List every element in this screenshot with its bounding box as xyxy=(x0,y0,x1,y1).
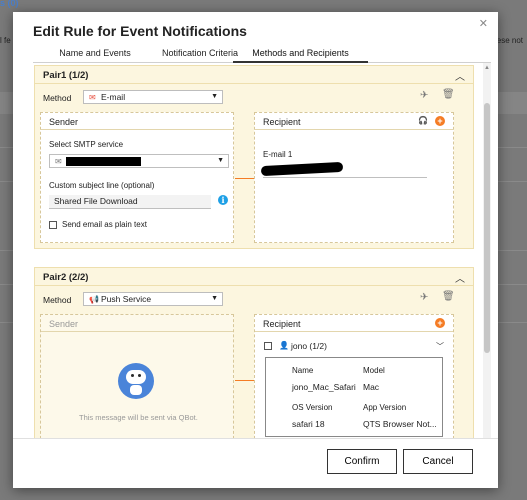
pair-1-title: Pair1 (1/2) xyxy=(43,70,89,81)
sender-box: Sender Select SMTP service ✉ ▼ Custom su… xyxy=(40,112,234,243)
recipient-box: Recipient + 👤 jono (1/2) ﹀ Name jono_Mac… xyxy=(254,314,454,438)
subject-label: Custom subject line (optional) xyxy=(49,181,155,190)
device-app-label: App Version xyxy=(363,403,407,412)
pair-2-header: Pair2 (2/2) ︿ xyxy=(35,268,473,286)
pairs-scroll-area[interactable]: Pair1 (1/2) ︿ Method ✉ E-mail ▼ ✈ 🗑 Sende… xyxy=(29,63,491,438)
envelope-icon: ✉ xyxy=(89,93,96,102)
device-app-value: QTS Browser Not... xyxy=(363,419,437,429)
close-icon[interactable]: ✕ xyxy=(479,17,488,30)
chevron-up-icon[interactable]: ︿ xyxy=(455,270,465,285)
method-label: Method xyxy=(43,295,72,305)
background-link-fragment: s (0) xyxy=(0,0,19,8)
chevron-down-icon[interactable]: ﹀ xyxy=(436,341,444,352)
vertical-scrollbar[interactable]: ▲ xyxy=(483,63,491,438)
info-icon[interactable]: i xyxy=(218,195,228,205)
tab-bar: Name and Events Notification Criteria Me… xyxy=(33,48,491,63)
trash-icon[interactable]: 🗑 xyxy=(442,291,455,302)
test-send-icon[interactable]: ✈ xyxy=(420,292,428,303)
pair-1-header: Pair1 (1/2) ︿ xyxy=(35,66,473,84)
tab-methods-and-recipients[interactable]: Methods and Recipients xyxy=(233,48,368,63)
qbot-eye xyxy=(138,374,141,377)
redacted-smtp xyxy=(66,157,141,166)
qbot-avatar xyxy=(118,363,154,399)
recipient-title: Recipient xyxy=(263,319,301,329)
method-value: Push Service xyxy=(101,294,152,304)
recipient-header: Recipient 🎧 + xyxy=(255,113,453,130)
device-name-label: Name xyxy=(292,366,314,375)
method-value: E-mail xyxy=(101,92,126,102)
qbot-body xyxy=(130,385,142,395)
device-os-value: safari 18 xyxy=(292,419,325,429)
user-icon: 👤 xyxy=(279,341,289,350)
sender-header: Sender xyxy=(41,113,233,130)
background-header: s (0) xyxy=(0,0,527,8)
user-checkbox[interactable] xyxy=(264,342,272,350)
trash-icon[interactable]: 🗑 xyxy=(442,89,455,100)
recipient-header: Recipient + xyxy=(255,315,453,332)
sender-box: Sender This message will be sent via QBo… xyxy=(40,314,234,438)
email-label: E-mail 1 xyxy=(263,150,293,159)
plain-text-checkbox[interactable] xyxy=(49,221,57,229)
device-model-label: Model xyxy=(363,366,385,375)
test-send-icon[interactable]: ✈ xyxy=(420,90,428,101)
sender-title: Sender xyxy=(49,117,79,127)
method-label: Method xyxy=(43,93,72,103)
scrollbar-thumb[interactable] xyxy=(484,103,490,353)
method-select[interactable]: 📢 Push Service ▼ xyxy=(83,292,223,306)
method-select[interactable]: ✉ E-mail ▼ xyxy=(83,90,223,104)
device-name-value: jono_Mac_Safari xyxy=(292,382,356,392)
connector-line xyxy=(235,178,254,179)
dialog-title: Edit Rule for Event Notifications xyxy=(33,23,247,39)
qbot-head xyxy=(126,370,146,384)
megaphone-icon: 📢 xyxy=(89,295,99,304)
pair-2-title: Pair2 (2/2) xyxy=(43,272,89,283)
add-recipient-icon[interactable]: + xyxy=(435,116,445,126)
background-text-fragment-left: l fe xyxy=(0,36,11,45)
tab-name-and-events[interactable]: Name and Events xyxy=(55,48,135,63)
smtp-label: Select SMTP service xyxy=(49,140,124,149)
device-os-label: OS Version xyxy=(292,403,333,412)
connector-line xyxy=(235,380,254,381)
sender-title: Sender xyxy=(49,319,79,329)
pair-2-panel: Pair2 (2/2) ︿ Method 📢 Push Service ▼ ✈ 🗑… xyxy=(34,267,474,438)
qbot-eye xyxy=(131,374,134,377)
user-name: jono (1/2) xyxy=(291,341,327,351)
recipient-title: Recipient xyxy=(263,117,301,127)
recipient-box: Recipient 🎧 + E-mail 1 xyxy=(254,112,454,243)
chevron-up-icon[interactable]: ︿ xyxy=(455,68,465,83)
subject-input[interactable]: Shared File Download xyxy=(49,195,211,209)
plain-text-label: Send email as plain text xyxy=(62,220,147,229)
device-model-value: Mac xyxy=(363,382,380,392)
dialog-footer: Confirm Cancel xyxy=(13,438,498,488)
caret-down-icon: ▼ xyxy=(211,295,218,302)
cancel-button[interactable]: Cancel xyxy=(403,449,473,474)
caret-down-icon: ▼ xyxy=(211,93,218,100)
sender-header: Sender xyxy=(41,315,233,332)
envelope-icon: ✉ xyxy=(55,157,62,166)
confirm-button[interactable]: Confirm xyxy=(327,449,397,474)
qbot-message: This message will be sent via QBot. xyxy=(79,413,198,422)
pair-1-panel: Pair1 (1/2) ︿ Method ✉ E-mail ▼ ✈ 🗑 Sende… xyxy=(34,65,474,249)
headset-icon[interactable]: 🎧 xyxy=(418,116,428,125)
caret-down-icon: ▼ xyxy=(217,157,224,164)
device-card: Name jono_Mac_Safari Model Mac OS Versio… xyxy=(265,357,443,437)
scroll-up-icon[interactable]: ▲ xyxy=(483,63,491,73)
add-recipient-icon[interactable]: + xyxy=(435,318,445,328)
edit-rule-dialog: Edit Rule for Event Notifications ✕ Name… xyxy=(13,12,498,488)
